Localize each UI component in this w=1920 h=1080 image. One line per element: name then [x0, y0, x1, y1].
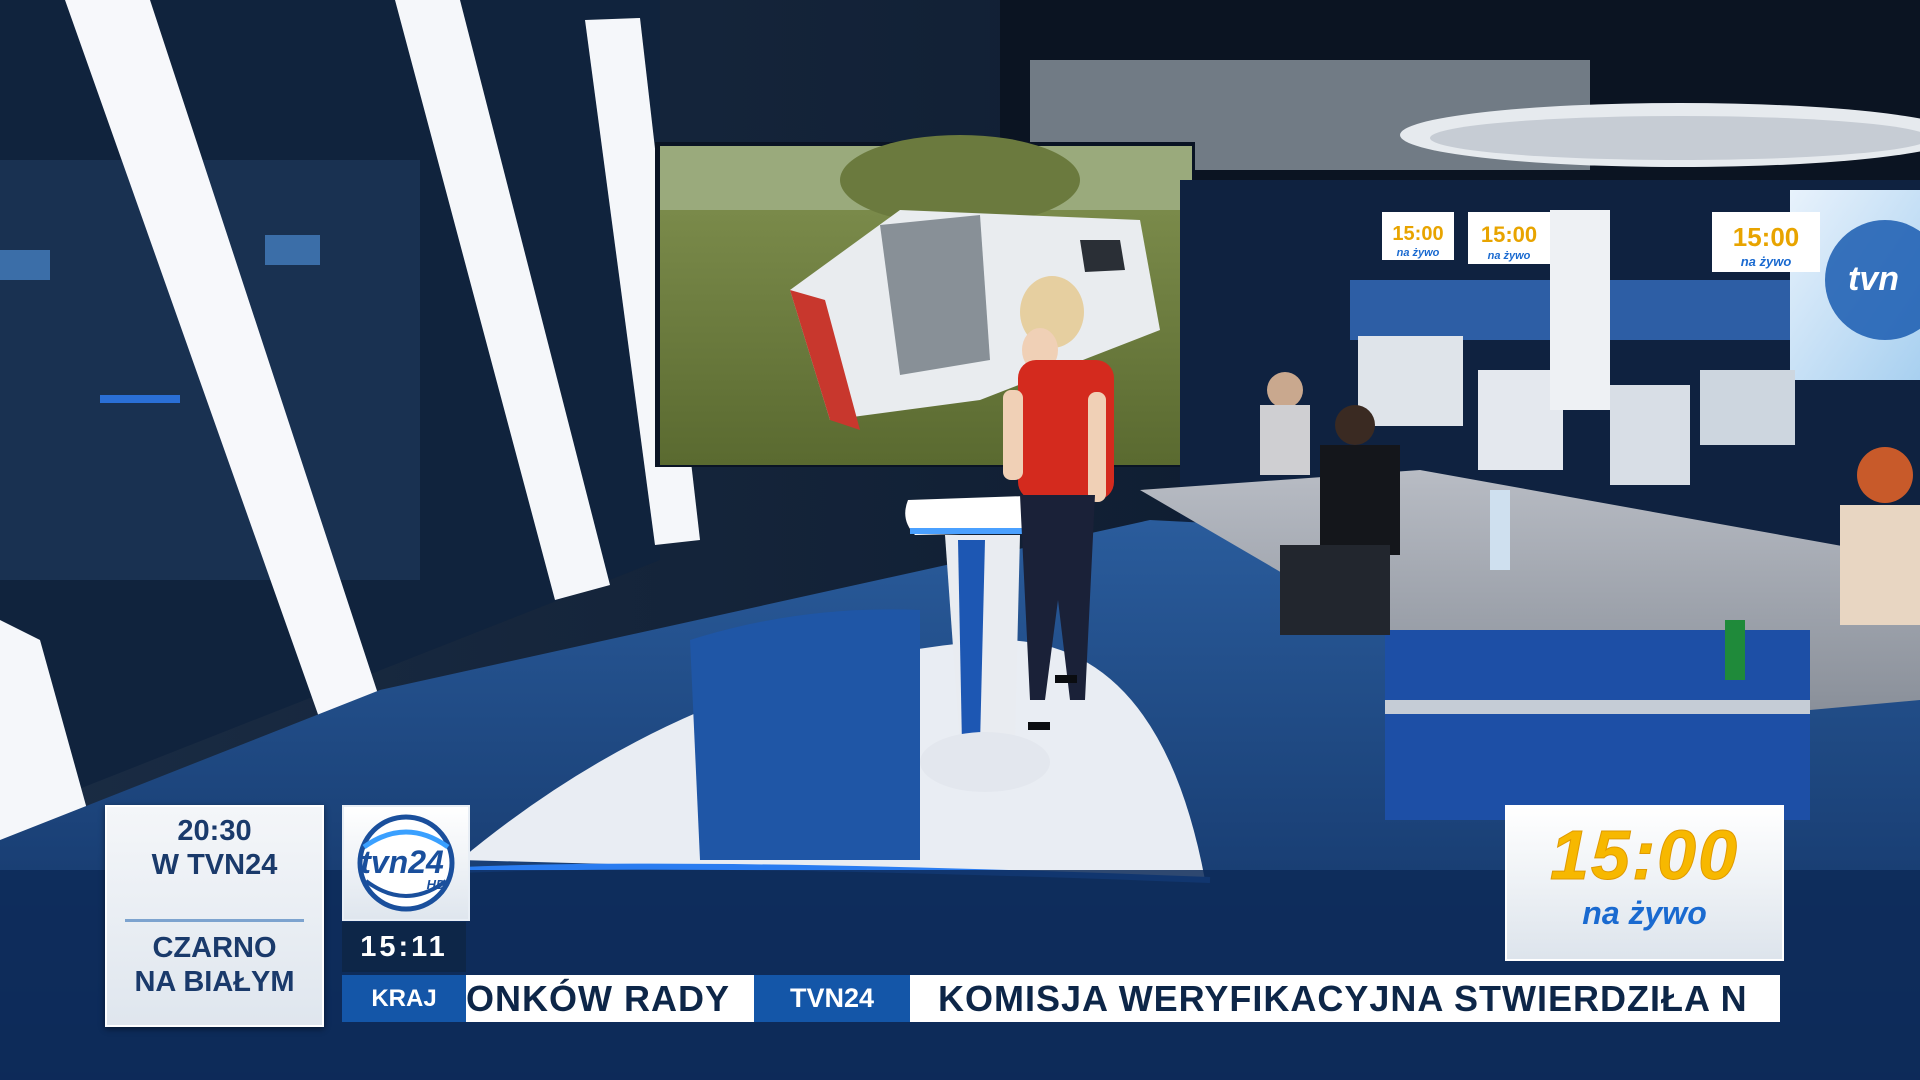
workstation-screen-1: [1358, 336, 1463, 426]
ceiling-ring-inner: [1430, 116, 1920, 160]
svg-text:15:00: 15:00: [1733, 222, 1800, 252]
live-badge-label: na żywo: [1582, 895, 1707, 931]
ticker-separator-chip: TVN24: [754, 975, 910, 1022]
svg-text:na żywo: na żywo: [1741, 254, 1792, 269]
workstation-screen-4: [1700, 370, 1795, 445]
promo-show-title: CZARNO NA BIAŁYM: [107, 931, 322, 999]
logo-hd-badge: HD: [427, 877, 446, 892]
logo-text: tvn24: [360, 844, 444, 880]
promo-time: 20:30: [177, 815, 252, 847]
ticker-segment-left: ONKÓW RADY: [466, 978, 730, 1019]
newsroom-monitor: 15:00 na żywo: [1382, 212, 1454, 260]
svg-text:na żywo: na żywo: [1397, 247, 1440, 259]
ticker-segment-right: KOMISJA WERYFIKACYJNA STWIERDZIŁA N: [938, 978, 1748, 1019]
newsroom-desk-stripe: [1385, 700, 1810, 714]
svg-text:tvn: tvn: [1848, 260, 1899, 298]
video-wall-tree: [840, 135, 1080, 225]
left-monitor-a: [265, 235, 320, 265]
staff-member-1: [1260, 372, 1310, 475]
live-badge: 15:00 na żywo: [1505, 805, 1784, 961]
green-bottle: [1725, 620, 1745, 680]
channel-logo: tvn24 HD: [342, 805, 470, 921]
svg-text:na żywo: na żywo: [1488, 250, 1531, 262]
water-bottle: [1490, 490, 1510, 570]
column-white: [1550, 210, 1610, 410]
promo-show-line-2: NA BIAŁYM: [134, 966, 295, 998]
newsroom-monitor: 15:00 na żywo: [1468, 212, 1550, 264]
promo-show-line-1: CZARNO: [152, 932, 277, 964]
svg-text:15:00: 15:00: [1481, 222, 1537, 247]
ticker-section-tag: KRAJ: [342, 975, 466, 1022]
workstation-screen-3: [1610, 385, 1690, 485]
left-monitor-b: [0, 250, 50, 280]
tvn24-logo-icon: tvn24 HD: [357, 814, 455, 912]
news-ticker: ONKÓW RADY TVN24 KOMISJA WERYFIKACYJNA S…: [466, 975, 1780, 1022]
newsroom-desk-front: [1385, 630, 1810, 820]
live-badge-time: 15:00: [1549, 816, 1740, 895]
on-air-clock: 15:11: [342, 922, 466, 972]
left-blue-light: [100, 395, 180, 403]
promo-divider: [125, 919, 304, 922]
upcoming-show-promo: 20:30 W TVN24 CZARNO NA BIAŁYM: [105, 805, 324, 1027]
svg-text:15:00: 15:00: [1392, 223, 1443, 245]
floor-blue-wedge: [690, 609, 920, 860]
promo-channel: W TVN24: [151, 849, 278, 881]
newsroom-monitor: 15:00 na żywo: [1712, 212, 1820, 272]
podium-base: [920, 732, 1050, 792]
